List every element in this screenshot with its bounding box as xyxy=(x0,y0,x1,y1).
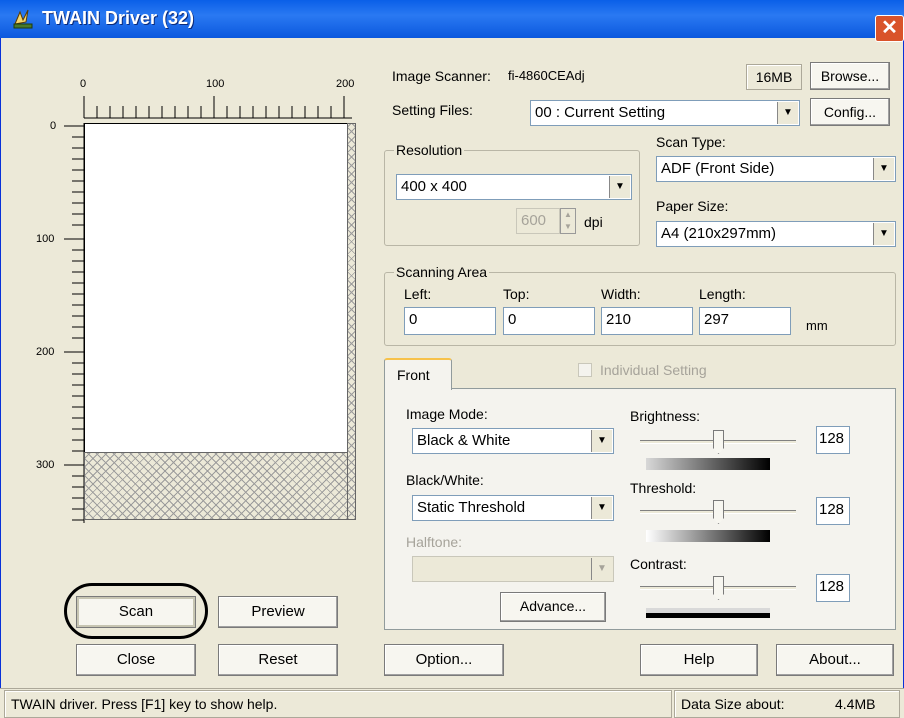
hruler-label: 100 xyxy=(206,78,225,90)
about-button[interactable]: About... xyxy=(776,644,894,676)
resolution-combo[interactable]: 400 x 400 ▼ xyxy=(396,174,632,200)
brightness-value[interactable]: 128 xyxy=(816,426,850,454)
setting-files-value: 00 : Current Setting xyxy=(535,104,666,121)
threshold-gradient xyxy=(646,530,770,542)
contrast-label: Contrast: xyxy=(630,556,687,572)
reset-label: Reset xyxy=(258,651,298,668)
black-white-label: Black/White: xyxy=(406,472,484,488)
brightness-slider[interactable] xyxy=(640,428,800,460)
horizontal-ruler: 0 100 200 xyxy=(60,70,360,120)
preview-outside-area-bottom xyxy=(84,452,348,520)
resolution-group-label: Resolution xyxy=(394,142,465,158)
brightness-gradient xyxy=(646,458,770,470)
width-input[interactable]: 210 xyxy=(601,307,693,335)
custom-dpi-input[interactable]: 600 xyxy=(516,208,560,234)
chevron-down-icon[interactable]: ▼ xyxy=(873,223,894,245)
scanner-app-icon xyxy=(12,8,36,30)
vruler-label: 200 xyxy=(36,346,55,358)
preview-outside-area-right xyxy=(347,123,356,520)
image-mode-combo[interactable]: Black & White ▼ xyxy=(412,428,614,454)
help-button[interactable]: Help xyxy=(640,644,758,676)
status-data-size: Data Size about: 4.4MB xyxy=(674,690,900,718)
halftone-combo[interactable]: ▼ xyxy=(412,556,614,582)
brightness-slider-thumb[interactable] xyxy=(713,430,724,454)
individual-setting-checkbox[interactable] xyxy=(578,363,592,377)
threshold-slider-thumb[interactable] xyxy=(713,500,724,524)
hruler-label: 200 xyxy=(336,78,355,90)
paper-size-value: A4 (210x297mm) xyxy=(661,225,777,242)
data-size-label: Data Size about: xyxy=(681,696,785,712)
close-icon: ✕ xyxy=(881,17,898,39)
status-help-text: TWAIN driver. Press [F1] key to show hel… xyxy=(4,690,672,718)
hruler-ticks xyxy=(83,96,352,119)
length-label: Length: xyxy=(699,286,746,302)
width-label: Width: xyxy=(601,286,641,302)
vertical-ruler: 0 100 200 300 xyxy=(30,118,86,528)
image-scanner-label: Image Scanner: xyxy=(392,68,491,84)
chevron-down-icon[interactable]: ▼ xyxy=(873,158,894,180)
threshold-label: Threshold: xyxy=(630,480,697,496)
advance-button[interactable]: Advance... xyxy=(500,592,606,622)
halftone-label: Halftone: xyxy=(406,534,463,550)
setting-files-label: Setting Files: xyxy=(392,102,473,118)
vruler-label: 100 xyxy=(36,233,55,245)
black-white-value: Static Threshold xyxy=(417,499,526,516)
scanner-model: fi-4860CEAdj xyxy=(508,68,585,83)
preview-button[interactable]: Preview xyxy=(218,596,338,628)
length-input[interactable]: 297 xyxy=(699,307,791,335)
chevron-down-icon[interactable]: ▼ xyxy=(591,430,612,452)
browse-button[interactable]: Browse... xyxy=(810,62,890,90)
window-title: TWAIN Driver (32) xyxy=(42,8,195,28)
vruler-label: 300 xyxy=(36,459,55,471)
left-input[interactable]: 0 xyxy=(404,307,496,335)
vruler-label: 0 xyxy=(50,120,57,132)
contrast-gradient xyxy=(646,608,770,618)
resolution-value: 400 x 400 xyxy=(401,178,467,195)
contrast-value[interactable]: 128 xyxy=(816,574,850,602)
individual-setting-label: Individual Setting xyxy=(600,362,707,378)
chevron-down-icon[interactable]: ▼ xyxy=(591,497,612,519)
vruler-ticks xyxy=(64,123,85,523)
scan-type-combo[interactable]: ADF (Front Side) ▼ xyxy=(656,156,896,182)
close-button[interactable]: Close xyxy=(76,644,196,676)
contrast-slider[interactable] xyxy=(640,574,800,606)
top-label: Top: xyxy=(503,286,530,302)
mm-unit-label: mm xyxy=(806,318,828,333)
contrast-slider-thumb[interactable] xyxy=(713,576,724,600)
chevron-down-icon[interactable]: ▼ xyxy=(591,558,612,580)
custom-dpi-spinner[interactable]: ▲ ▼ xyxy=(560,208,576,234)
scan-button[interactable]: Scan xyxy=(76,596,196,628)
tab-front[interactable]: Front xyxy=(384,358,452,390)
scan-type-label: Scan Type: xyxy=(656,134,726,150)
dpi-unit-label: dpi xyxy=(584,214,603,230)
data-size-value: 4.4MB xyxy=(835,696,876,712)
scanning-area-group-label: Scanning Area xyxy=(394,264,490,280)
image-mode-value: Black & White xyxy=(417,432,511,449)
paper-size-label: Paper Size: xyxy=(656,198,729,214)
chevron-down-icon[interactable]: ▼ xyxy=(777,102,798,124)
preview-page-area[interactable] xyxy=(84,123,348,453)
scan-type-value: ADF (Front Side) xyxy=(661,160,775,177)
config-button[interactable]: Config... xyxy=(810,98,890,126)
setting-files-combo[interactable]: 00 : Current Setting ▼ xyxy=(530,100,800,126)
threshold-value[interactable]: 128 xyxy=(816,497,850,525)
image-mode-label: Image Mode: xyxy=(406,406,488,422)
top-input[interactable]: 0 xyxy=(503,307,595,335)
option-button[interactable]: Option... xyxy=(384,644,504,676)
scanner-memory: 16MB xyxy=(746,64,802,90)
brightness-label: Brightness: xyxy=(630,408,701,424)
chevron-down-icon[interactable]: ▼ xyxy=(609,176,630,198)
paper-size-combo[interactable]: A4 (210x297mm) ▼ xyxy=(656,221,896,247)
threshold-slider[interactable] xyxy=(640,498,800,530)
black-white-combo[interactable]: Static Threshold ▼ xyxy=(412,495,614,521)
reset-button[interactable]: Reset xyxy=(218,644,338,676)
close-window-button[interactable]: ✕ xyxy=(875,15,904,42)
hruler-label: 0 xyxy=(80,78,87,90)
left-label: Left: xyxy=(404,286,432,302)
